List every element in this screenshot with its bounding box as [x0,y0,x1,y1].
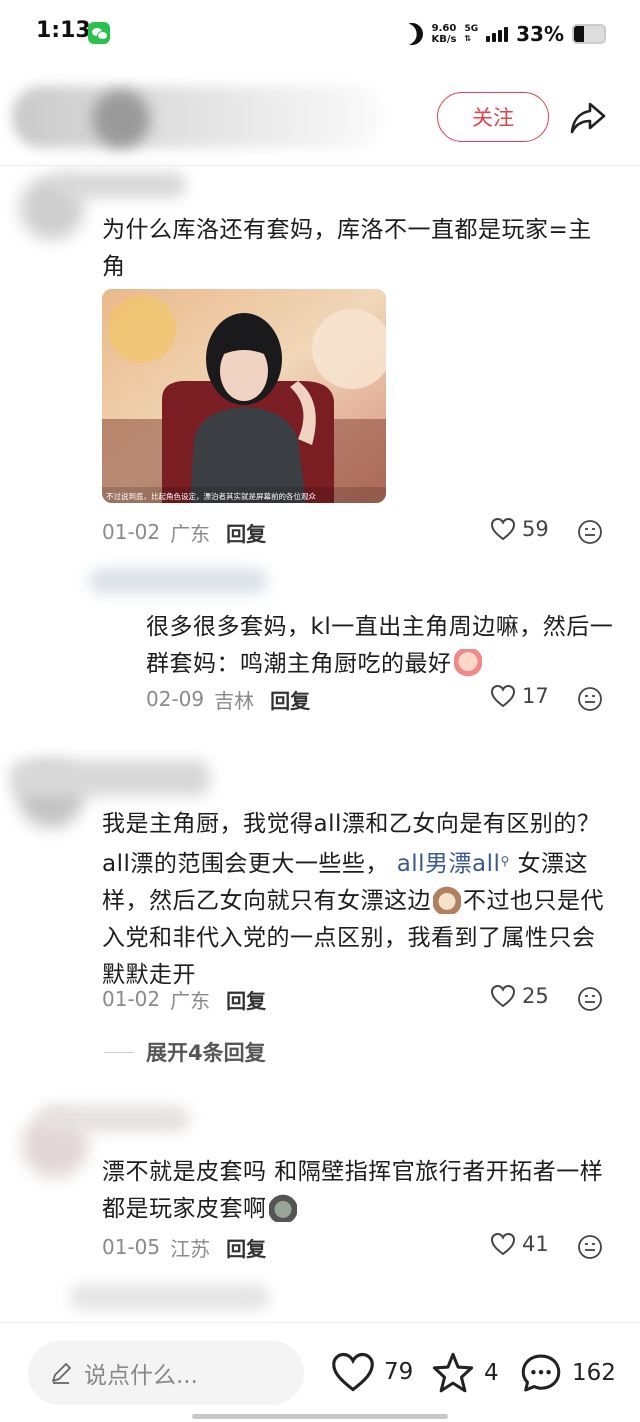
like-count: 17 [522,684,549,708]
status-time: 1:13 [36,18,91,43]
crying-sticker-icon [453,649,482,677]
post-like-button[interactable]: 79 [330,1351,413,1393]
comment-bubble-icon [521,1354,561,1392]
battery-level [574,26,584,42]
reply-button[interactable]: 回复 [226,985,266,1014]
author-avatar-redacted[interactable] [92,90,150,148]
topic-link[interactable]: all男漂all [397,851,501,877]
like-count: 25 [522,984,549,1008]
comment-text: 为什么库洛还有套妈，库洛不一直都是玩家=主角 [102,217,592,280]
follow-button[interactable]: 关注 [437,92,549,142]
comment-date: 01-02 [102,520,161,544]
reply-button[interactable]: 回复 [270,685,310,714]
replier-name-redacted [88,568,268,594]
reply-text-body: 很多很多套妈，kl一直出主角周边嘛，然后一群套妈：鸣潮主角厨吃的最好 [146,614,614,677]
comment-meta: 01-05 江苏 回复 [102,1232,266,1262]
heart-icon [490,517,516,541]
emoji-reaction-icon[interactable] [577,519,603,545]
share-icon[interactable] [566,96,610,140]
emoji-reaction-icon[interactable] [577,1234,603,1260]
reply-text: 很多很多套妈，kl一直出主角周边嘛，然后一群套妈：鸣潮主角厨吃的最好 [146,609,616,683]
cat-sticker-icon [268,1194,297,1222]
emoji-reaction-icon[interactable] [577,986,603,1012]
like-button[interactable]: 25 [490,984,549,1008]
reply-meta: 02-09 吉林 回复 [146,684,310,714]
heart-icon [490,984,516,1008]
network-type: 5G ⇅ [464,24,479,43]
status-bar: 1:13 9.60 KB/s 5G ⇅ 33% [0,0,640,70]
home-indicator[interactable] [192,1414,448,1419]
post-header: 关注 [0,70,640,166]
cat-sticker-icon [433,886,461,914]
comment-input[interactable]: 说点什么... [28,1341,304,1405]
favorite-count: 4 [484,1360,499,1386]
commenter-name-redacted [56,172,186,198]
battery-icon [572,24,606,44]
battery-percent: 33% [516,22,564,46]
expand-divider [104,1051,134,1053]
comment-text-body: 漂不就是皮套吗 和隔壁指挥官旅行者开拓者一样都是玩家皮套啊 [102,1159,604,1222]
commenter-name-redacted [40,1106,190,1132]
network-speed-unit: KB/s [431,34,457,45]
heart-icon [490,684,516,708]
reply-button[interactable]: 回复 [226,1233,266,1262]
search-icon: ⚲ [500,854,510,868]
reply-date: 02-09 [146,687,205,711]
reply-location: 吉林 [214,688,255,713]
network-speed: 9.60 KB/s [431,23,456,45]
author-info-redacted [12,86,382,148]
heart-icon [332,1352,374,1392]
heart-icon [490,1232,516,1256]
network-type-label: 5G [464,24,479,34]
commenter-name-redacted [10,760,210,796]
do-not-disturb-moon-icon [398,20,426,48]
comment-meta: 01-02 广东 回复 [102,984,266,1014]
wechat-notification-icon [88,22,110,44]
pen-icon [52,1363,71,1384]
image-caption: 不过说到底，比起角色设定，漂泊者其实就是屏幕前的各位观众 [106,491,316,501]
expand-replies-button[interactable]: 展开4条回复 [104,1037,266,1067]
comment-location: 广东 [170,988,211,1013]
star-icon [432,1352,474,1393]
comment-date: 01-05 [102,1235,161,1259]
comments-button[interactable]: 162 [518,1351,616,1395]
comment-text: 漂不就是皮套吗 和隔壁指挥官旅行者开拓者一样都是玩家皮套啊 [102,1154,614,1228]
comment-location: 广东 [170,521,211,546]
comment-image-content: 不过说到底，比起角色设定，漂泊者其实就是屏幕前的各位观众 [102,289,386,503]
like-button[interactable]: 59 [490,517,549,541]
like-button[interactable]: 17 [490,684,549,708]
post-like-count: 79 [384,1359,414,1385]
comment-count: 162 [572,1360,616,1386]
network-speed-value: 9.60 [431,23,457,34]
signal-strength-icon [486,26,509,42]
like-count: 59 [522,517,549,541]
bottom-action-bar: 说点什么... 79 4 162 [0,1322,640,1422]
comment-input-placeholder: 说点什么... [84,1363,198,1389]
like-button[interactable]: 41 [490,1232,549,1256]
comment-image[interactable]: 不过说到底，比起角色设定，漂泊者其实就是屏幕前的各位观众 [102,289,386,503]
status-indicators: 9.60 KB/s 5G ⇅ 33% [401,16,606,52]
comment-date: 01-02 [102,987,161,1011]
favorite-button[interactable]: 4 [430,1351,499,1395]
next-comment-redacted [70,1284,270,1310]
reply-button[interactable]: 回复 [226,518,266,547]
comment-text: 我是主角厨，我觉得all漂和乙女向是有区别的？all漂的范围会更大一些些， al… [102,806,614,994]
expand-replies-label: 展开4条回复 [146,1041,266,1065]
like-count: 41 [522,1232,549,1256]
emoji-reaction-icon[interactable] [577,686,603,712]
comment-location: 江苏 [170,1236,211,1261]
comment-meta: 01-02 广东 回复 [102,517,266,547]
